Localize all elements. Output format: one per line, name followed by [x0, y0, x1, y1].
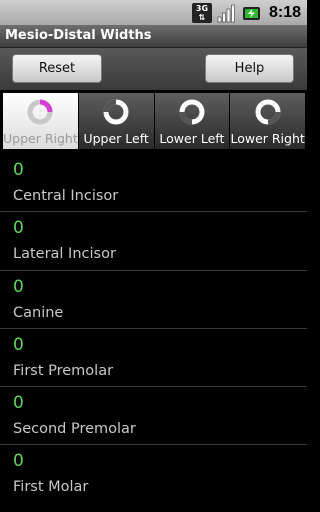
list-item[interactable]: 0 First Molar — [0, 445, 307, 503]
tooth-name: Lateral Incisor — [13, 246, 116, 263]
tab-label: Lower Left — [159, 131, 225, 146]
tab-label: Upper Left — [83, 131, 149, 146]
tooth-name: Second Premolar — [13, 421, 136, 438]
tab-lower-right[interactable]: Lower Right — [230, 93, 305, 149]
tab-label: Lower Right — [230, 131, 305, 146]
tooth-width-value: 0 — [13, 334, 24, 355]
tooth-name: Canine — [13, 304, 64, 321]
list-item[interactable]: 0 Canine — [0, 271, 307, 329]
tooth-name: First Premolar — [13, 362, 114, 379]
quadrant-upper-right-icon — [27, 99, 53, 125]
quadrant-lower-left-icon — [179, 99, 205, 125]
list-item[interactable]: 0 Second Premolar — [0, 387, 307, 446]
tab-upper-left[interactable]: Upper Left — [78, 93, 154, 149]
status-time: 8:18 — [268, 3, 301, 21]
tooth-list: 0 Central Incisor 0 Lateral Incisor 0 Ca… — [0, 154, 307, 504]
tab-label: Upper Right — [3, 131, 78, 146]
list-item[interactable]: 0 Central Incisor — [0, 154, 307, 213]
list-item[interactable]: 0 Lateral Incisor — [0, 212, 307, 271]
battery-charging-icon — [242, 3, 262, 23]
signal-icon — [217, 3, 237, 23]
tooth-width-value: 0 — [13, 218, 24, 239]
quadrant-upper-left-icon — [103, 99, 129, 125]
tooth-width-value: 0 — [13, 393, 24, 414]
tab-lower-left[interactable]: Lower Left — [154, 93, 230, 149]
app-title: Mesio-Distal Widths — [5, 28, 152, 43]
quadrant-lower-right-icon — [255, 99, 281, 125]
tooth-name: Central Incisor — [13, 188, 119, 204]
list-item[interactable]: 0 First Premolar — [0, 329, 307, 388]
title-bar: Mesio-Distal Widths — [0, 25, 307, 48]
toolbar: Reset Help — [0, 48, 307, 90]
tooth-width-value: 0 — [13, 451, 24, 472]
3g-data-icon: 3G ⇅ — [191, 2, 212, 23]
tab-upper-right[interactable]: Upper Right — [3, 93, 78, 149]
tooth-width-value: 0 — [13, 160, 24, 180]
help-button[interactable]: Help — [205, 54, 294, 83]
reset-button[interactable]: Reset — [12, 54, 102, 83]
tooth-width-value: 0 — [13, 276, 24, 297]
status-bar: 3G ⇅ 8:18 — [0, 0, 307, 25]
tooth-name: First Molar — [13, 479, 89, 496]
quadrant-tabs: Upper Right Upper Left Lower Left Lower … — [0, 90, 307, 152]
